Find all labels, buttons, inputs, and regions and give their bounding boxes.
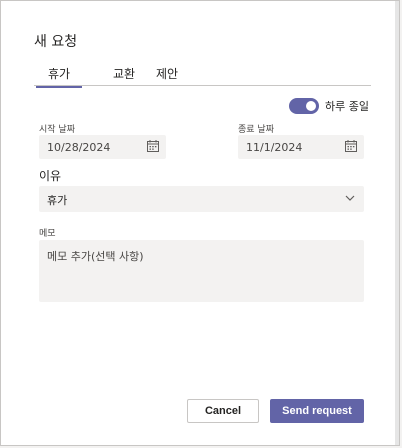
memo-label: 메모: [39, 229, 56, 239]
tab-offer[interactable]: 제안: [156, 65, 178, 82]
chevron-down-icon: [345, 195, 355, 201]
start-date-value: 10/28/2024: [47, 141, 111, 154]
end-date-input[interactable]: 11/1/2024: [238, 135, 364, 159]
reason-label: 이유: [39, 169, 62, 183]
start-date-label: 시작 날짜: [39, 125, 75, 135]
cancel-button[interactable]: Cancel: [187, 399, 259, 423]
dialog-title: 새 요청: [34, 34, 78, 50]
calendar-icon[interactable]: [147, 140, 159, 152]
memo-placeholder: 메모 추가(선택 사항): [47, 250, 144, 263]
end-date-value: 11/1/2024: [246, 141, 303, 154]
toggle-knob: [306, 101, 317, 111]
memo-textarea[interactable]: 메모 추가(선택 사항): [39, 240, 364, 302]
scrollbar[interactable]: [395, 1, 399, 445]
new-request-dialog: 새 요청 휴가 교환 제안 하루 종일 시작 날짜 종료 날짜 10/28/20…: [0, 0, 400, 446]
all-day-label: 하루 종일: [325, 100, 369, 113]
end-date-label: 종료 날짜: [238, 125, 274, 135]
all-day-toggle[interactable]: [289, 98, 320, 114]
tab-swap[interactable]: 교환: [113, 65, 135, 82]
reason-value: 휴가: [47, 194, 68, 207]
send-request-button[interactable]: Send request: [270, 399, 364, 423]
request-tabs: 휴가 교환 제안: [34, 63, 371, 88]
all-day-control: 하루 종일: [289, 98, 369, 114]
tab-time-off[interactable]: 휴가: [35, 65, 83, 88]
reason-select[interactable]: 휴가: [39, 186, 364, 212]
calendar-icon[interactable]: [345, 140, 357, 152]
start-date-input[interactable]: 10/28/2024: [39, 135, 166, 159]
